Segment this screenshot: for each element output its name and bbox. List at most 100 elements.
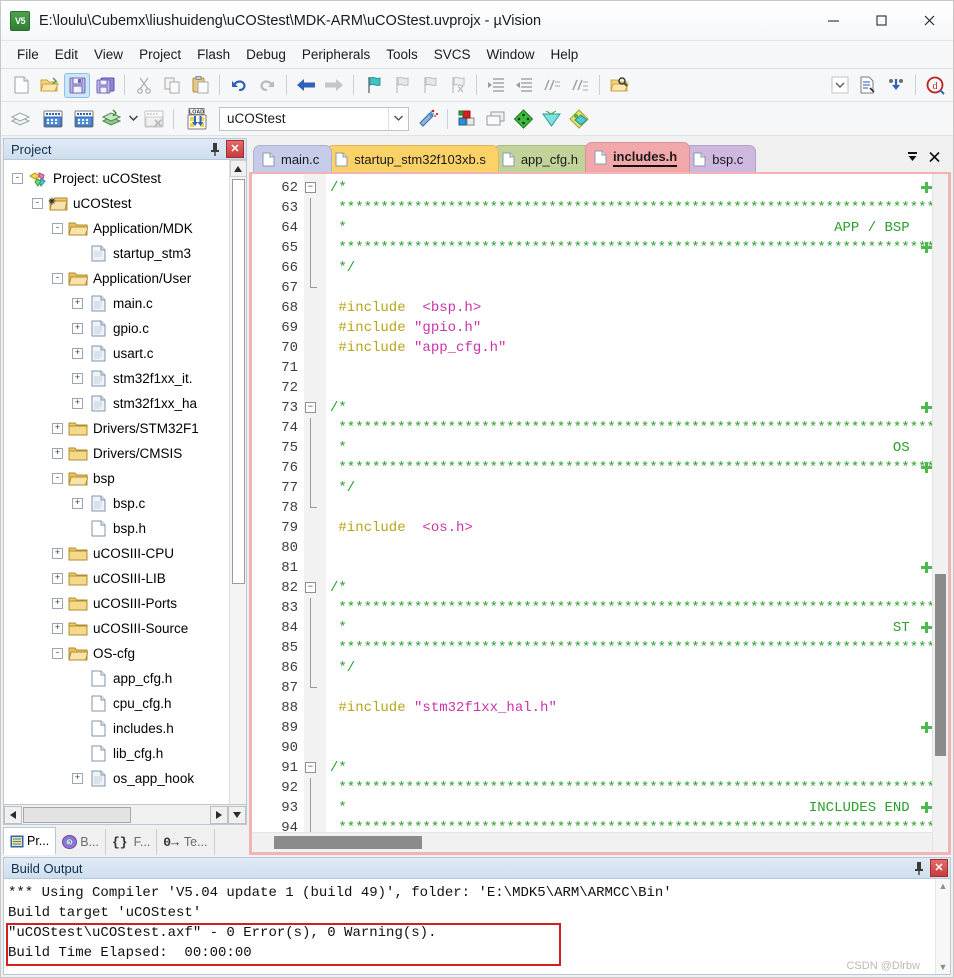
hscroll-thumb[interactable] [23,806,131,823]
tree-item-ucosiii-lib[interactable]: + uCOSIII-LIB [4,566,229,591]
fold-collapse-box[interactable]: − [305,402,316,414]
tree-item-ucosiii-ports[interactable]: + uCOSIII-Ports [4,591,229,616]
menu-file[interactable]: File [9,44,47,65]
menu-view[interactable]: View [86,44,131,65]
multi-project-icon[interactable] [538,106,564,131]
tree-item-bsp[interactable]: - bsp [4,466,229,491]
tree-item-ucostest[interactable]: - uCOStest [4,191,229,216]
expand-toggle-icon[interactable]: + [72,298,83,309]
navigate-back-icon[interactable] [293,73,319,98]
editor-tab-bsp-c[interactable]: bsp.c [684,145,757,172]
menu-flash[interactable]: Flash [189,44,238,65]
tree-item-application-mdk[interactable]: - Application/MDK [4,216,229,241]
expand-toggle-icon[interactable]: + [52,573,63,584]
tree-item-usart-c[interactable]: + usart.c [4,341,229,366]
navigate-forward-icon[interactable] [321,73,347,98]
pin-icon[interactable] [206,140,224,158]
start-debug-icon[interactable] [883,73,909,98]
project-tree[interactable]: - Project: uCOStest - uCOStest - Application/… [4,160,229,804]
menu-project[interactable]: Project [131,44,189,65]
tree-item-os-cfg[interactable]: - OS-cfg [4,641,229,666]
copy-icon[interactable] [159,73,185,98]
build-output-scrollbar[interactable]: ▲ ▼ [935,879,950,974]
bookmark-next-icon[interactable] [416,73,442,98]
menu-debug[interactable]: Debug [238,44,294,65]
undo-icon[interactable] [226,73,252,98]
menu-window[interactable]: Window [478,44,542,65]
collapse-toggle-icon[interactable]: - [52,648,63,659]
menu-help[interactable]: Help [543,44,587,65]
bookmark-prev-icon[interactable] [388,73,414,98]
tree-item-bsp-c[interactable]: + bsp.c [4,491,229,516]
tab-books[interactable]: ? B... [56,829,106,855]
fold-collapse-box[interactable]: − [305,762,316,774]
tab-list-dropdown-icon[interactable] [901,146,923,168]
pack-installer-icon[interactable] [566,106,592,131]
collapse-toggle-icon[interactable]: - [52,223,63,234]
tree-item-app-cfg-h[interactable]: app_cfg.h [4,666,229,691]
menu-edit[interactable]: Edit [47,44,86,65]
editor-vscroll-thumb[interactable] [935,574,946,756]
scroll-up-button[interactable] [229,160,246,177]
tree-item-stm32f1xx-it[interactable]: + stm32f1xx_it. [4,366,229,391]
collapse-toggle-icon[interactable]: - [52,273,63,284]
menu-tools[interactable]: Tools [378,44,426,65]
scroll-down-button[interactable] [228,805,246,824]
tree-item-startup-stm3[interactable]: startup_stm3 [4,241,229,266]
minimize-button[interactable] [809,1,857,40]
tree-item-drivers-cmsis[interactable]: + Drivers/CMSIS [4,441,229,466]
tree-item-includes-h[interactable]: includes.h [4,716,229,741]
tree-item-gpio-c[interactable]: + gpio.c [4,316,229,341]
tree-item-ucosiii-cpu[interactable]: + uCOSIII-CPU [4,541,229,566]
batch-build-icon[interactable] [99,106,125,131]
tab-functions[interactable]: {} F... [106,829,158,855]
tab-templates[interactable]: 0→ Te... [157,829,215,855]
target-options-icon[interactable] [415,106,441,131]
paste-icon[interactable] [187,73,213,98]
uncomment-icon[interactable] [567,73,593,98]
tree-item-application-user[interactable]: - Application/User [4,266,229,291]
expand-toggle-icon[interactable]: + [52,548,63,559]
tree-item-stm32f1xx-ha[interactable]: + stm32f1xx_ha [4,391,229,416]
comment-icon[interactable] [539,73,565,98]
tree-item-project-ucostest[interactable]: - Project: uCOStest [4,166,229,191]
build-output-text[interactable]: *** Using Compiler 'V5.04 update 1 (buil… [4,879,935,974]
scroll-up-button[interactable]: ▲ [939,881,948,891]
editor-tab-includes-h[interactable]: includes.h [584,142,691,172]
fold-toggle-icon[interactable]: − [304,578,326,598]
chevron-down-icon[interactable] [388,107,408,130]
menu-peripherals[interactable]: Peripherals [294,44,378,65]
fold-toggle-icon[interactable]: − [304,178,326,198]
collapse-toggle-icon[interactable]: - [52,473,63,484]
tree-item-lib-cfg-h[interactable]: lib_cfg.h [4,741,229,766]
maximize-button[interactable] [857,1,905,40]
expand-toggle-icon[interactable]: + [52,598,63,609]
select-software-packs-icon[interactable] [482,106,508,131]
menu-svcs[interactable]: SVCS [426,44,479,65]
tree-item-ucosiii-source[interactable]: + uCOSIII-Source [4,616,229,641]
chevron-down-icon[interactable] [827,73,853,98]
project-pane-close-button[interactable]: ✕ [226,140,244,158]
close-button[interactable] [905,1,953,40]
fold-toggle-icon[interactable]: − [304,398,326,418]
expand-toggle-icon[interactable]: + [52,423,63,434]
chevron-down-icon[interactable] [127,106,139,131]
editor-hscroll-thumb[interactable] [274,836,422,849]
expand-toggle-icon[interactable]: + [52,448,63,459]
project-tree-hscrollbar[interactable] [3,805,247,825]
pin-icon[interactable] [910,859,928,877]
manage-project-items-icon[interactable] [510,106,536,131]
project-tree-scrollbar[interactable] [229,160,246,804]
close-tab-icon[interactable] [923,146,945,168]
bookmark-toggle-icon[interactable] [360,73,386,98]
fold-toggle-icon[interactable]: − [304,758,326,778]
pack-installer-icon[interactable]: d [922,73,948,98]
editor-tab-app-cfg-h[interactable]: app_cfg.h [492,145,591,172]
hscroll-track[interactable] [22,805,210,824]
tab-project[interactable]: Pr... [3,827,57,855]
scroll-down-button[interactable]: ▼ [939,962,948,972]
bookmark-clear-icon[interactable] [444,73,470,98]
collapse-toggle-icon[interactable]: - [12,173,23,184]
project-tree-scroll-thumb[interactable] [231,179,245,584]
outdent-icon[interactable] [511,73,537,98]
